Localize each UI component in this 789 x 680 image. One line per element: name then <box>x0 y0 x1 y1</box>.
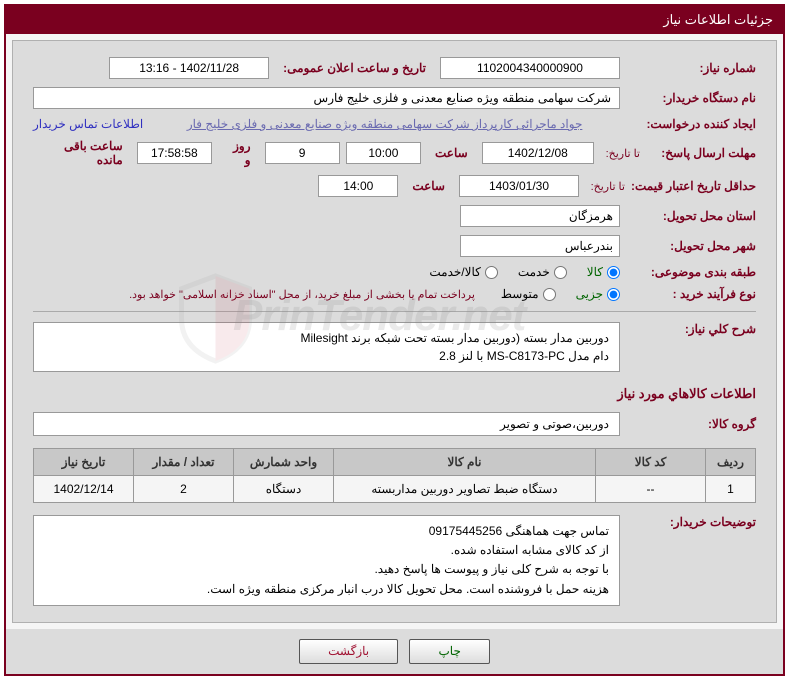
radio-kala-label: کالا <box>587 265 603 279</box>
items-table: ردیف کد کالا نام کالا واحد شمارش تعداد /… <box>33 448 756 503</box>
radio-kala-input[interactable] <box>607 266 620 279</box>
announce-date-field: 1402/11/28 - 13:16 <box>109 57 269 79</box>
buyer-note-2: از کد کالای مشابه استفاده شده. <box>44 541 609 560</box>
th-date: تاریخ نیاز <box>34 449 134 476</box>
radio-khedmat-label: خدمت <box>518 265 550 279</box>
overall-desc-line2: دام مدل MS-C8173-PC با لنز 2.8 <box>44 347 609 365</box>
announce-date-label: تاریخ و ساعت اعلان عمومی: <box>275 61 434 75</box>
validity-date-field: 1403/01/30 <box>459 175 579 197</box>
delivery-province-label: استان محل تحویل: <box>626 209 756 223</box>
radio-motavaset-label: متوسط <box>501 287 539 301</box>
radio-kala[interactable]: کالا <box>587 265 620 279</box>
radio-kala-khedmat-input[interactable] <box>485 266 498 279</box>
radio-khedmat-input[interactable] <box>554 266 567 279</box>
items-section-title: اطلاعات کالاهاي مورد نیاز <box>33 386 756 402</box>
radio-motavaset[interactable]: متوسط <box>501 287 556 301</box>
requester-label: ایجاد کننده درخواست: <box>626 117 756 131</box>
days-field: 9 <box>265 142 340 164</box>
buyer-notes-label: توضیحات خریدار: <box>626 515 756 529</box>
td-name: دستگاه ضبط تصاویر دوربین مداربسته <box>334 476 596 503</box>
radio-motavaset-input[interactable] <box>543 288 556 301</box>
buyer-note-4: هزینه حمل با فروشنده است. محل تحویل کالا… <box>44 580 609 599</box>
validity-label: حداقل تاریخ اعتبار قیمت: <box>631 179 756 193</box>
radio-jozei-input[interactable] <box>607 288 620 301</box>
form-content: PrinTender.net شماره نیاز: 1102004340000… <box>12 40 777 623</box>
th-code: کد کالا <box>596 449 706 476</box>
panel-header: جزئیات اطلاعات نیاز <box>6 6 783 34</box>
button-row: چاپ بازگشت <box>6 629 783 674</box>
buyer-org-field: شرکت سهامی منطقه ویژه صنایع معدنی و فلزی… <box>33 87 620 109</box>
radio-kala-khedmat-label: کالا/خدمت <box>429 265 480 279</box>
group-label: گروه کالا: <box>626 417 756 431</box>
buyer-org-label: نام دستگاه خریدار: <box>626 91 756 105</box>
th-unit: واحد شمارش <box>234 449 334 476</box>
back-button[interactable]: بازگشت <box>299 639 398 664</box>
radio-khedmat[interactable]: خدمت <box>518 265 567 279</box>
payment-note: پرداخت تمام یا بخشی از مبلغ خرید، از محل… <box>129 288 495 301</box>
separator <box>33 311 756 312</box>
th-qty: تعداد / مقدار <box>134 449 234 476</box>
rooz-label: روز و <box>218 139 259 167</box>
radio-kala-khedmat[interactable]: کالا/خدمت <box>429 265 497 279</box>
overall-desc-box: دوربین مدار بسته (دوربین مدار بسته تحت ش… <box>33 322 620 372</box>
header-title: جزئیات اطلاعات نیاز <box>663 12 773 27</box>
delivery-province-field: هرمزگان <box>460 205 620 227</box>
response-time-field: 10:00 <box>346 142 421 164</box>
saat-label-2: ساعت <box>404 179 453 193</box>
ta-label-2: تا تاریخ: <box>585 180 625 193</box>
table-header-row: ردیف کد کالا نام کالا واحد شمارش تعداد /… <box>34 449 756 476</box>
category-label: طبقه بندی موضوعی: <box>626 265 756 279</box>
buyer-note-1: تماس جهت هماهنگی 09175445256 <box>44 522 609 541</box>
radio-jozei-label: جزیی <box>576 287 603 301</box>
response-date-field: 1402/12/08 <box>482 142 594 164</box>
th-row: ردیف <box>706 449 756 476</box>
buyer-notes-box: تماس جهت هماهنگی 09175445256 از کد کالای… <box>33 515 620 606</box>
td-unit: دستگاه <box>234 476 334 503</box>
contact-link[interactable]: اطلاعات تماس خریدار <box>33 117 143 131</box>
th-name: نام کالا <box>334 449 596 476</box>
need-number-label: شماره نیاز: <box>626 61 756 75</box>
td-code: -- <box>596 476 706 503</box>
delivery-city-label: شهر محل تحویل: <box>626 239 756 253</box>
main-panel: جزئیات اطلاعات نیاز PrinTender.net شماره… <box>4 4 785 676</box>
td-row: 1 <box>706 476 756 503</box>
ta-label: تا تاریخ: <box>600 147 640 160</box>
overall-desc-line1: دوربین مدار بسته (دوربین مدار بسته تحت ش… <box>44 329 609 347</box>
saat-label-1: ساعت <box>427 146 476 160</box>
td-qty: 2 <box>134 476 234 503</box>
print-button[interactable]: چاپ <box>409 639 489 664</box>
process-label: نوع فرآیند خرید : <box>626 287 756 301</box>
group-field: دوربین،صوتی و تصویر <box>33 412 620 436</box>
table-row: 1 -- دستگاه ضبط تصاویر دوربین مداربسته د… <box>34 476 756 503</box>
response-deadline-label: مهلت ارسال پاسخ: <box>646 146 756 160</box>
validity-time-field: 14:00 <box>318 175 398 197</box>
overall-desc-label: شرح کلي نیاز: <box>626 322 756 336</box>
remaining-time-field: 17:58:58 <box>137 142 212 164</box>
delivery-city-field: بندرعباس <box>460 235 620 257</box>
remaining-label: ساعت باقی مانده <box>33 139 131 167</box>
radio-jozei[interactable]: جزیی <box>576 287 620 301</box>
buyer-note-3: با توجه به شرح کلی نیاز و پیوست ها پاسخ … <box>44 560 609 579</box>
need-number-field: 1102004340000900 <box>440 57 620 79</box>
td-date: 1402/12/14 <box>34 476 134 503</box>
requester-field: جواد ماجرائی کارپرداز شرکت سهامی منطقه و… <box>149 117 620 131</box>
